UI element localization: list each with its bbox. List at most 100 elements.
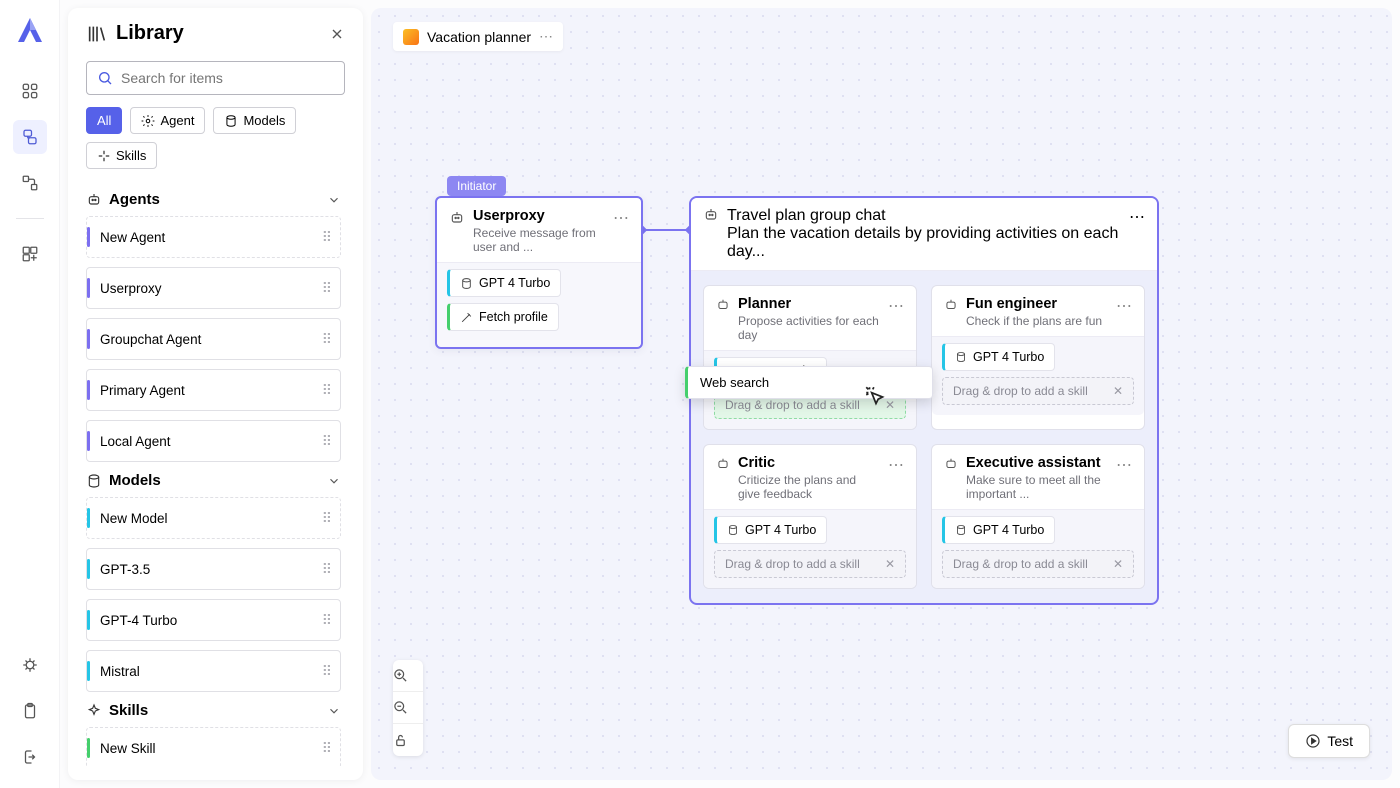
- filter-row: All Agent Models Skills: [86, 107, 345, 169]
- node-more-icon[interactable]: ⋯: [1116, 455, 1132, 475]
- lib-item-userproxy[interactable]: Userproxy⠿: [86, 267, 341, 309]
- filter-models[interactable]: Models: [213, 107, 296, 134]
- app-logo: [14, 16, 46, 48]
- close-icon: [329, 26, 345, 42]
- drag-handle-icon: ⠿: [322, 612, 330, 629]
- canvas[interactable]: Vacation planner ⋯ Initiator Userproxy R…: [371, 8, 1392, 780]
- lib-item-gpt4turbo[interactable]: GPT-4 Turbo⠿: [86, 599, 341, 641]
- breadcrumb[interactable]: Vacation planner ⋯: [393, 22, 563, 51]
- node-more-icon[interactable]: ⋯: [1116, 296, 1132, 316]
- skill-dropzone[interactable]: Drag & drop to add a skill✕: [942, 377, 1134, 405]
- lib-item-new-agent[interactable]: New Agent⠿: [86, 216, 341, 258]
- filter-agent[interactable]: Agent: [130, 107, 205, 134]
- nav-debug-icon[interactable]: [13, 648, 47, 682]
- lock-icon: [393, 733, 408, 748]
- search-input-wrap[interactable]: [86, 61, 345, 95]
- search-icon: [97, 70, 113, 86]
- model-tag[interactable]: GPT 4 Turbo: [942, 516, 1055, 544]
- filter-skills[interactable]: Skills: [86, 142, 157, 169]
- agent-icon: [716, 457, 730, 471]
- node-userproxy[interactable]: Initiator Userproxy Receive message from…: [435, 196, 643, 349]
- lib-item-new-model[interactable]: New Model⠿: [86, 497, 341, 539]
- agent-icon: [944, 298, 958, 312]
- node-desc: Receive message from user and ...: [473, 226, 605, 254]
- section-models-head[interactable]: Models: [86, 472, 341, 489]
- lib-item-local[interactable]: Local Agent⠿: [86, 420, 341, 462]
- close-icon[interactable]: ✕: [885, 557, 895, 571]
- lib-item-new-skill[interactable]: New Skill⠿: [86, 727, 341, 766]
- zoom-out-icon: [393, 700, 408, 715]
- node-more-icon[interactable]: ⋯: [1129, 207, 1145, 227]
- connector-line: [643, 229, 689, 231]
- cylinder-icon: [955, 524, 967, 536]
- library-title: Library: [86, 22, 184, 45]
- logo-icon: [14, 16, 46, 48]
- breadcrumb-title: Vacation planner: [427, 29, 531, 45]
- group-title: Travel plan group chat: [727, 207, 1121, 225]
- library-icon: [86, 23, 108, 45]
- drag-handle-icon: ⠿: [322, 331, 330, 348]
- group-desc: Plan the vacation details by providing a…: [727, 225, 1121, 261]
- skill-tag[interactable]: Fetch profile: [447, 303, 559, 331]
- section-skills-head[interactable]: Skills: [86, 702, 341, 719]
- breadcrumb-emoji-icon: [403, 29, 419, 45]
- sparkle-icon: [86, 703, 102, 719]
- lib-item-groupchat[interactable]: Groupchat Agent⠿: [86, 318, 341, 360]
- model-tag[interactable]: GPT 4 Turbo: [447, 269, 561, 297]
- chevron-down-icon: [327, 193, 341, 207]
- drag-handle-icon: ⠿: [322, 510, 330, 527]
- wand-icon: [460, 311, 473, 324]
- chevron-down-icon: [327, 704, 341, 718]
- node-title: Userproxy: [473, 208, 605, 224]
- skill-dropzone[interactable]: Drag & drop to add a skill✕: [714, 550, 906, 578]
- nav-builder-icon[interactable]: [13, 120, 47, 154]
- drag-handle-icon: ⠿: [322, 663, 330, 680]
- close-icon[interactable]: ✕: [1113, 384, 1123, 398]
- drag-handle-icon: ⠿: [322, 433, 330, 450]
- nav-logout-icon[interactable]: [13, 740, 47, 774]
- skill-dropzone[interactable]: Drag & drop to add a skill✕: [942, 550, 1134, 578]
- dragging-skill-item[interactable]: Web search: [685, 366, 933, 399]
- nav-divider: [16, 218, 44, 219]
- agent-icon: [86, 192, 102, 208]
- cylinder-icon: [727, 524, 739, 536]
- node-group-chat[interactable]: Travel plan group chat Plan the vacation…: [689, 196, 1159, 605]
- model-tag[interactable]: GPT 4 Turbo: [714, 516, 827, 544]
- cylinder-icon: [460, 277, 473, 290]
- sparkle-icon: [97, 149, 111, 163]
- cylinder-icon: [955, 351, 967, 363]
- subnode-fun[interactable]: Fun engineerCheck if the plans are fun ⋯…: [931, 285, 1145, 430]
- zoom-in-button[interactable]: [393, 660, 423, 692]
- zoom-in-icon: [393, 668, 408, 683]
- nav-extensions-icon[interactable]: [13, 237, 47, 271]
- drag-handle-icon: ⠿: [322, 280, 330, 297]
- close-icon[interactable]: ✕: [1113, 557, 1123, 571]
- node-more-icon[interactable]: ⋯: [613, 208, 629, 228]
- cursor-click-icon: [863, 384, 889, 410]
- node-more-icon[interactable]: ⋯: [888, 455, 904, 475]
- agent-icon: [716, 298, 730, 312]
- lib-item-primary[interactable]: Primary Agent⠿: [86, 369, 341, 411]
- initiator-tag: Initiator: [447, 176, 506, 196]
- zoom-out-button[interactable]: [393, 692, 423, 724]
- node-more-icon[interactable]: ⋯: [888, 296, 904, 316]
- close-library-button[interactable]: [329, 26, 345, 42]
- lib-item-mistral[interactable]: Mistral⠿: [86, 650, 341, 692]
- subnode-exec[interactable]: Executive assistantMake sure to meet all…: [931, 444, 1145, 589]
- filter-all[interactable]: All: [86, 107, 122, 134]
- section-agents-head[interactable]: Agents: [86, 191, 341, 208]
- nav-clipboard-icon[interactable]: [13, 694, 47, 728]
- drag-handle-icon: ⠿: [322, 382, 330, 399]
- breadcrumb-more-icon[interactable]: ⋯: [539, 28, 553, 45]
- search-input[interactable]: [121, 70, 334, 86]
- nav-flow-icon[interactable]: [13, 166, 47, 200]
- lib-item-gpt35[interactable]: GPT-3.5⠿: [86, 548, 341, 590]
- section-skills-title: Skills: [109, 702, 148, 719]
- gear-icon: [141, 114, 155, 128]
- model-tag[interactable]: GPT 4 Turbo: [942, 343, 1055, 371]
- lock-button[interactable]: [393, 724, 423, 756]
- test-button[interactable]: Test: [1288, 724, 1370, 758]
- subnode-critic[interactable]: CriticCriticize the plans and give feedb…: [703, 444, 917, 589]
- nav-dashboard-icon[interactable]: [13, 74, 47, 108]
- section-models-title: Models: [109, 472, 161, 489]
